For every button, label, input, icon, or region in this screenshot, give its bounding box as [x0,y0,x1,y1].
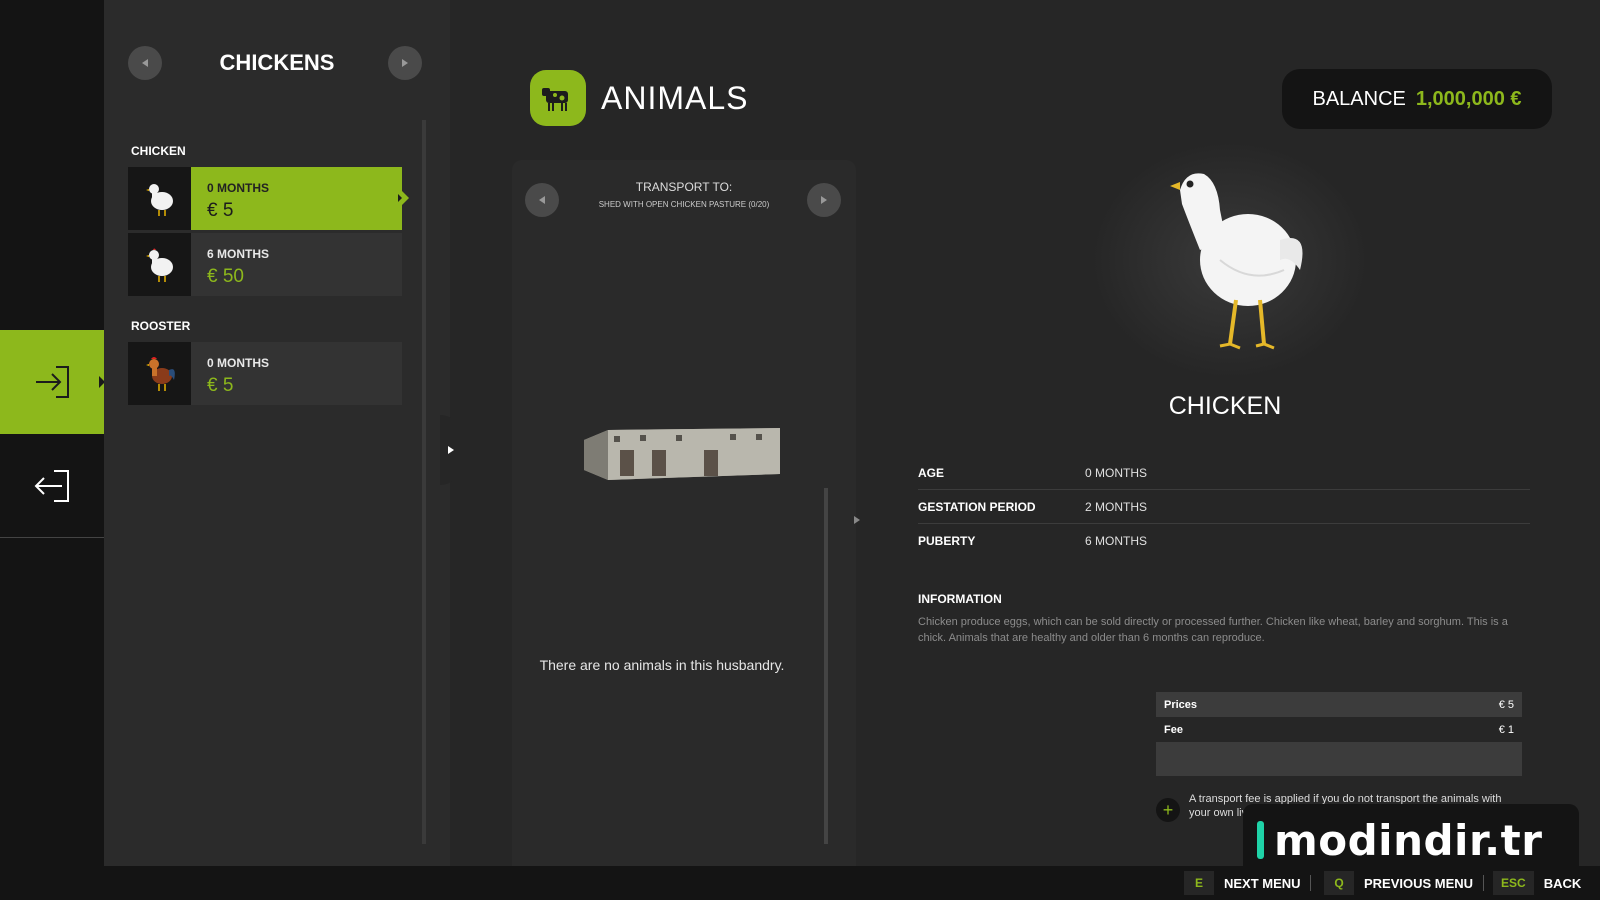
animal-item-chicken-0-months[interactable]: 0 MONTHS € 5 [128,167,409,230]
footer-hint-bar: E NEXT MENU Q PREVIOUS MENU ESC BACK [0,866,1600,900]
animal-list-panel: CHICKENS CHICKEN 0 MONTHS € 5 6 MONTHS €… [104,0,450,866]
balance-label: BALANCE [1312,87,1406,110]
key-badge: E [1184,871,1214,895]
empty-husbandry-message: There are no animals in this husbandry. [539,657,785,673]
rooster-thumbnail [128,342,191,405]
enter-icon [36,366,69,398]
hint-label: PREVIOUS MENU [1364,875,1474,891]
balance-value: 1,000,000 € [1415,87,1522,110]
animal-price: € 50 [207,266,244,287]
transport-scrollbar[interactable] [824,488,828,844]
stat-row-puberty: PUBERTY 6 MONTHS [918,524,1530,558]
fee-label: Fee [1164,723,1183,736]
buy-tab[interactable] [0,330,105,434]
hint-label: NEXT MENU [1224,875,1301,891]
chevron-right-icon [448,446,454,454]
list-scrollbar[interactable] [422,120,426,844]
next-destination-button[interactable] [807,183,841,217]
transport-panel: TRANSPORT TO: SHED WITH OPEN CHICKEN PAS… [512,160,856,866]
animal-item-rooster-0-months[interactable]: 0 MONTHS € 5 [128,342,402,405]
hint-label: BACK [1543,875,1582,891]
back-hint[interactable]: ESC BACK [1493,866,1581,900]
information-heading: INFORMATION [918,592,1002,606]
stat-label: GESTATION PERIOD [918,499,1036,514]
stat-value: 6 MONTHS [1085,534,1148,548]
stat-row-age: AGE 0 MONTHS [918,456,1530,490]
animal-price: € 5 [207,200,234,221]
balance-display: BALANCE 1,000,000 € [1282,69,1552,129]
total-row [1156,742,1522,776]
previous-menu-hint[interactable]: Q PREVIOUS MENU [1324,866,1473,900]
fee-row: Fee € 1 [1156,717,1522,742]
price-table: Prices € 5 Fee € 1 [1156,692,1522,776]
next-menu-hint[interactable]: E NEXT MENU [1184,866,1301,900]
stat-label: PUBERTY [918,534,976,548]
watermark-bar [1257,821,1264,859]
price-value: € 5 [1498,698,1514,711]
page-title: ANIMALS [601,80,749,116]
animals-logo [530,70,586,126]
next-category-button[interactable] [388,46,422,80]
transport-destination: SHED WITH OPEN CHICKEN PASTURE (0/20) [598,200,770,209]
fee-value: € 1 [1498,723,1514,736]
chicken-thumbnail [128,233,191,296]
transport-label: TRANSPORT TO: [635,180,733,194]
side-menu-rail [0,0,105,866]
chicken-thumbnail [128,167,191,230]
key-badge: Q [1324,871,1354,895]
watermark-text: modindir.tr [1274,815,1543,865]
rooster-icon [145,356,175,391]
selected-caret-inner [398,194,402,202]
selected-caret [402,191,409,205]
group-label-rooster: ROOSTER [131,319,191,333]
animal-age: 0 MONTHS [207,181,270,195]
group-label-chicken: CHICKEN [131,144,186,158]
chicken-icon [145,183,173,216]
price-label: Prices [1164,698,1198,711]
chevron-right-icon [854,516,860,524]
chevron-right-icon [821,196,827,204]
collapse-panel-tab[interactable] [440,415,462,485]
hint-divider [1310,875,1311,891]
stat-value: 0 MONTHS [1085,465,1148,480]
sell-tab[interactable] [0,434,104,538]
animal-item-chicken-6-months[interactable]: 6 MONTHS € 50 [128,233,402,296]
stat-value: 2 MONTHS [1085,499,1148,514]
expand-detail-tab[interactable] [852,512,862,528]
stat-label: AGE [918,465,945,480]
chicken-preview-image [1170,173,1303,350]
price-row: Prices € 5 [1156,692,1522,717]
animal-age: 6 MONTHS [207,247,270,261]
chevron-right-icon [402,59,408,67]
cow-icon [542,88,568,111]
chicken-icon [145,248,173,282]
key-badge: ESC [1493,871,1534,895]
animal-stats: AGE 0 MONTHS GESTATION PERIOD 2 MONTHS P… [918,456,1530,558]
animal-age: 0 MONTHS [207,356,270,370]
husbandry-shed-image [584,428,780,480]
exit-icon [34,469,69,502]
hint-divider [1483,875,1484,891]
animal-name: CHICKEN [1168,392,1282,420]
stat-row-gestation: GESTATION PERIOD 2 MONTHS [918,490,1530,524]
animal-price: € 5 [207,375,234,396]
plus-icon: + [1156,798,1180,822]
information-text: Chicken produce eggs, which can be sold … [918,616,1508,644]
